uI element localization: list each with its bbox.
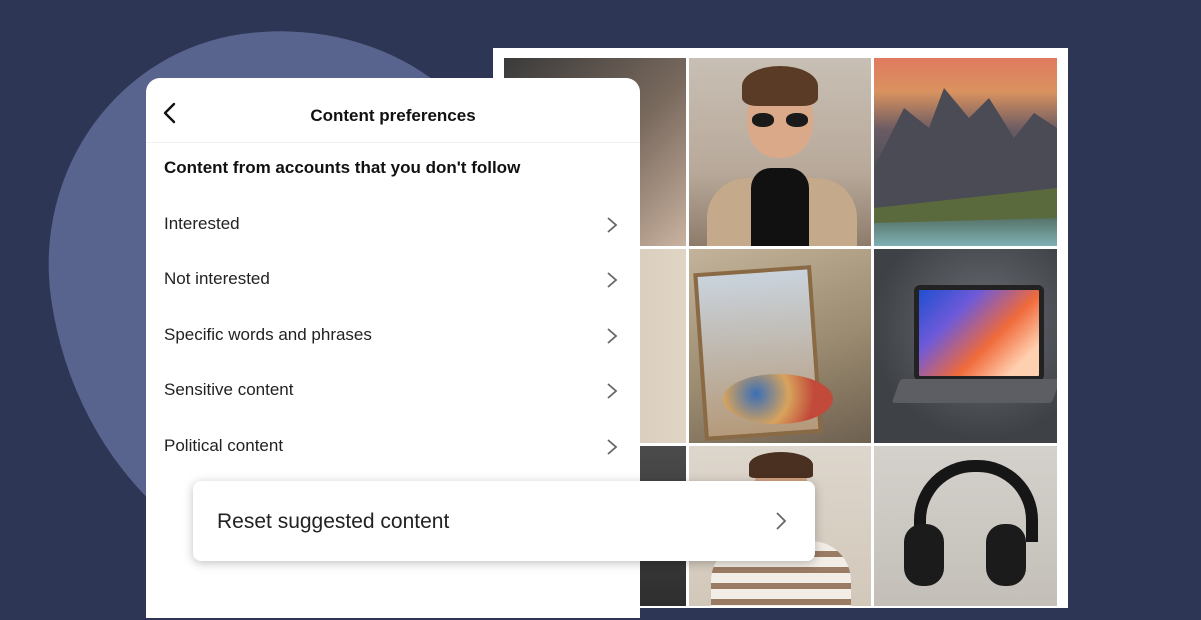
menu-item-label: Sensitive content: [164, 380, 294, 399]
photo-tile-laptop: [874, 249, 1057, 443]
menu-item-not-interested[interactable]: Not interested: [146, 253, 640, 305]
reset-suggested-content-label: Reset suggested content: [217, 510, 450, 533]
chevron-right-icon: [776, 512, 787, 530]
menu-item-interested[interactable]: Interested: [146, 198, 640, 250]
photo-tile-mountains: [874, 58, 1057, 246]
menu-item-sensitive-content[interactable]: Sensitive content: [146, 364, 640, 416]
menu-item-specific-words[interactable]: Specific words and phrases: [146, 309, 640, 361]
reset-suggested-content-button[interactable]: Reset suggested content: [193, 481, 815, 561]
chevron-right-icon: [607, 439, 618, 455]
photo-tile-painting: [689, 249, 871, 443]
menu-item-label: Not interested: [164, 269, 270, 288]
chevron-right-icon: [607, 217, 618, 233]
menu-item-label: Political content: [164, 436, 284, 455]
panel-header: Content preferences: [146, 78, 640, 143]
photo-tile-man-sunglasses: [689, 58, 871, 246]
chevron-right-icon: [607, 383, 618, 399]
page-title: Content preferences: [310, 106, 476, 125]
menu-item-political-content[interactable]: Political content: [146, 420, 640, 472]
menu-item-label: Interested: [164, 214, 240, 233]
photo-tile-headphones: [874, 446, 1057, 606]
section-title: Content from accounts that you don't fol…: [164, 158, 521, 177]
chevron-right-icon: [607, 272, 618, 288]
menu-item-label: Specific words and phrases: [164, 325, 372, 344]
chevron-right-icon: [607, 328, 618, 344]
